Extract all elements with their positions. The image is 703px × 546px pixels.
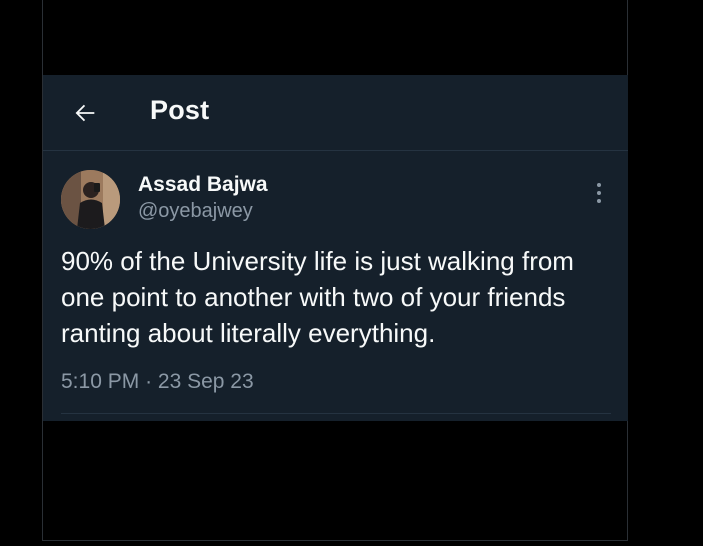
author-name[interactable]: Assad Bajwa [138, 173, 268, 197]
more-vertical-icon-dot [597, 191, 601, 195]
more-options-button[interactable] [587, 181, 611, 205]
more-vertical-icon [597, 183, 601, 187]
post-card: Post Assad Bajwa @oyebajwey 90% of the U… [43, 75, 628, 421]
more-vertical-icon-dot [597, 199, 601, 203]
arrow-left-icon [75, 104, 95, 122]
post-text: 90% of the University life is just walki… [61, 246, 574, 348]
meta-separator: · [145, 370, 153, 393]
avatar[interactable] [61, 170, 120, 229]
post-time: 5:10 PM [61, 370, 140, 393]
back-button[interactable] [65, 93, 105, 133]
page-title: Post [150, 95, 210, 125]
divider [61, 413, 611, 414]
post-timestamp[interactable]: 5:10 PM · 23 Sep 23 [61, 370, 254, 394]
author-handle[interactable]: @oyebajwey [138, 200, 253, 223]
avatar-photo [61, 170, 120, 229]
post-header: Post [43, 75, 628, 151]
post-date: 23 Sep 23 [157, 370, 254, 393]
